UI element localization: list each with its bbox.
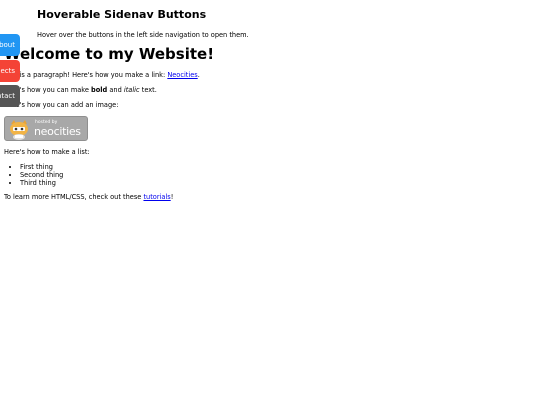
paragraph-tutorials: To learn more HTML/CSS, check out these … (4, 193, 173, 201)
paragraph-text: To learn more HTML/CSS, check out these (4, 193, 144, 201)
page-title: Hoverable Sidenav Buttons (37, 8, 207, 21)
sidenav-contact-button[interactable]: Contact (0, 85, 20, 107)
page: Hoverable Sidenav Buttons Hover over the… (0, 0, 540, 405)
paragraph-text: This is a paragraph! Here's how you make… (4, 71, 168, 79)
paragraph-list-intro: Here's how to make a list: (4, 148, 90, 156)
italic-text: italic (123, 86, 140, 94)
paragraph-text: ! (170, 193, 174, 201)
paragraph-text: text. (139, 86, 157, 94)
sidenav-projects-button[interactable]: Projects (0, 60, 20, 82)
badge-neocities-text: neocities (34, 125, 81, 138)
paragraph-image: Here's how you can add an image: (4, 101, 119, 109)
sidenav-about-button[interactable]: About (0, 34, 20, 56)
main-content: Welcome to my Website! This is a paragra… (4, 45, 524, 201)
page-description: Hover over the buttons in the left side … (37, 31, 249, 39)
hosted-by-neocities-badge: hosted by neocities (4, 116, 88, 141)
paragraph-text: and (107, 86, 124, 94)
bullet-list: First thing Second thing Third thing (4, 163, 63, 187)
list-item: First thing (20, 163, 63, 171)
list-item: Third thing (20, 179, 63, 187)
paragraph-text: . (197, 71, 200, 79)
tutorials-link[interactable]: tutorials (143, 193, 170, 201)
list-item: Second thing (20, 171, 63, 179)
neocities-link[interactable]: Neocities (167, 71, 197, 79)
paragraph-link: This is a paragraph! Here's how you make… (4, 71, 200, 79)
page-header: Hoverable Sidenav Buttons Hover over the… (37, 8, 249, 39)
bold-text: bold (91, 86, 108, 94)
paragraph-formatting: Here's how you can make bold and italic … (4, 86, 157, 94)
welcome-heading: Welcome to my Website! (4, 45, 215, 63)
neocities-cat-icon (10, 120, 28, 140)
